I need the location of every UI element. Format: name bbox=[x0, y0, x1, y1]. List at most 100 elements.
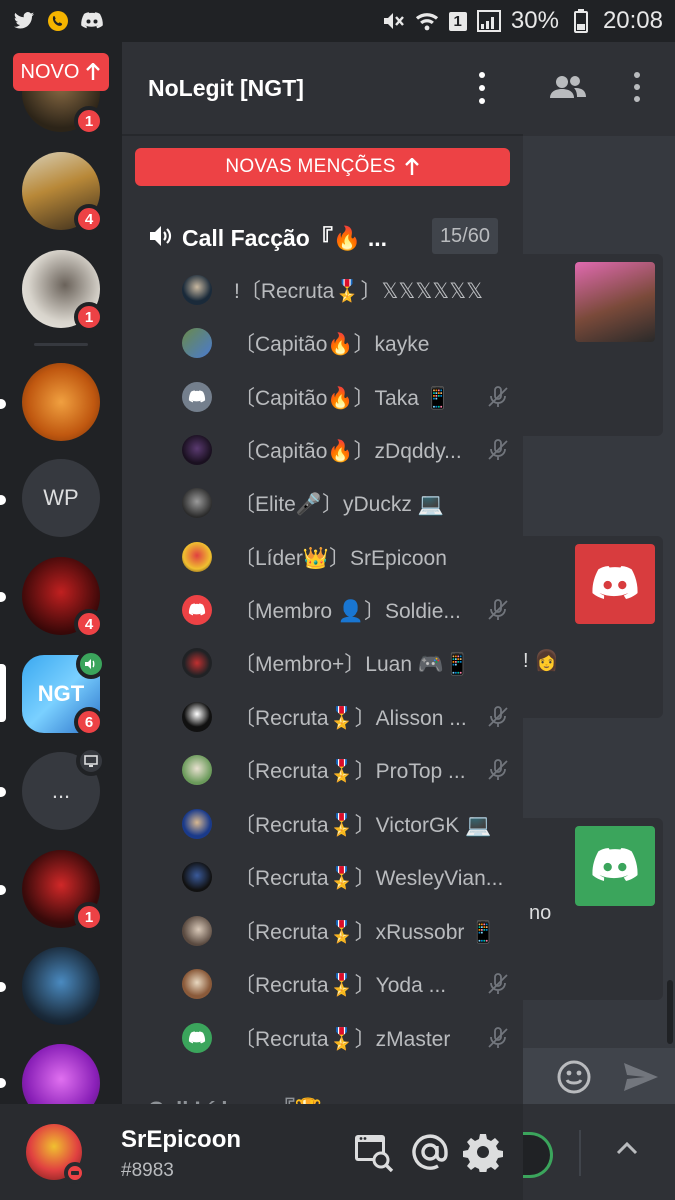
member-name: 〔Membro+〕Luan 🎮📱 bbox=[234, 653, 471, 676]
server-avatar bbox=[22, 1044, 100, 1104]
server-header[interactable]: NoLegit [NGT] bbox=[122, 42, 523, 136]
voice-member[interactable]: 〔Capitão🔥〕Taka 📱 bbox=[182, 377, 512, 417]
member-name: 〔Líder👑〕SrEpicoon bbox=[234, 547, 447, 570]
discord-default-avatar-icon bbox=[182, 1023, 212, 1053]
settings-gear-icon[interactable] bbox=[461, 1130, 505, 1174]
server-list[interactable]: 1 4 1 WP 4 NGT 6 ... 1 NOVO bbox=[0, 42, 122, 1104]
server-icon-selected[interactable]: NGT 6 bbox=[22, 649, 106, 737]
sim-badge: 1 bbox=[448, 11, 467, 31]
voice-member[interactable]: 〔Recruta🎖️〕xRussobr 📱 bbox=[182, 911, 512, 951]
message-input[interactable] bbox=[523, 1048, 675, 1104]
server-icon[interactable]: 1 bbox=[22, 850, 104, 932]
server-initials: WP bbox=[22, 459, 100, 537]
voice-member[interactable]: 〔Capitão🔥〕zDqddy... bbox=[182, 430, 512, 470]
member-name: !〔Recruta🎖️〕𝕏𝕏𝕏𝕏𝕏𝕏 bbox=[234, 280, 484, 303]
chat-text: no bbox=[529, 902, 552, 924]
discord-logo-icon bbox=[575, 826, 655, 906]
status-indicators: 1 30% 20:08 bbox=[381, 7, 663, 35]
members-icon[interactable] bbox=[549, 74, 587, 105]
server-icon[interactable]: 4 bbox=[22, 557, 104, 639]
member-name: 〔Recruta🎖️〕xRussobr 📱 bbox=[234, 921, 497, 944]
new-unreads-button[interactable]: NOVO bbox=[13, 53, 109, 91]
voice-member[interactable]: 〔Líder👑〕SrEpicoon bbox=[182, 537, 512, 577]
server-icon[interactable] bbox=[22, 363, 100, 441]
mic-muted-icon bbox=[488, 973, 508, 994]
voice-channel[interactable]: Call Facção『🔥 ... 15/60 bbox=[148, 216, 498, 256]
mic-muted-icon bbox=[488, 759, 508, 780]
arrow-up-icon bbox=[404, 158, 419, 175]
signal-icon bbox=[476, 10, 501, 32]
mention-badge: 1 bbox=[74, 902, 104, 932]
server-icon[interactable]: WP bbox=[22, 459, 100, 537]
server-icon[interactable]: 1 bbox=[22, 250, 104, 332]
scrollbar[interactable] bbox=[667, 980, 673, 1044]
user-discriminator: #8983 bbox=[121, 1160, 174, 1181]
member-name: 〔Recruta🎖️〕ProTop ... bbox=[234, 760, 466, 783]
member-name: 〔Recruta🎖️〕Alisson ... bbox=[234, 707, 467, 730]
member-avatar bbox=[182, 809, 212, 839]
member-name: 〔Recruta🎖️〕WesleyVian... bbox=[234, 867, 504, 890]
screen-share-icon bbox=[76, 746, 106, 776]
embed-thumbnail bbox=[575, 262, 655, 342]
server-avatar bbox=[22, 947, 100, 1025]
chevron-up-icon[interactable] bbox=[615, 1140, 639, 1161]
voice-member[interactable]: 〔Recruta🎖️〕ProTop ... bbox=[182, 750, 512, 790]
voice-member[interactable]: 〔Membro+〕Luan 🎮📱 bbox=[182, 643, 512, 683]
member-name: 〔Membro 👤〕Soldie... bbox=[234, 600, 461, 623]
voice-active-icon bbox=[76, 649, 106, 679]
chat-menu-icon[interactable] bbox=[633, 72, 641, 102]
voice-capacity: 15/60 bbox=[431, 218, 498, 254]
voice-member[interactable]: 〔Membro 👤〕Soldie... bbox=[182, 590, 512, 630]
mic-muted-icon bbox=[488, 386, 508, 407]
voice-member[interactable]: 〔Recruta🎖️〕zMaster bbox=[182, 1018, 512, 1058]
embed-card: ! 👩 bbox=[523, 536, 663, 718]
dnd-status-icon bbox=[64, 1162, 86, 1184]
member-avatar bbox=[182, 435, 212, 465]
mention-badge: 4 bbox=[74, 204, 104, 234]
voice-member[interactable]: 〔Recruta🎖️〕VictorGK 💻 bbox=[182, 804, 512, 844]
member-name: 〔Capitão🔥〕kayke bbox=[234, 333, 430, 356]
server-icon[interactable]: ... bbox=[22, 746, 106, 830]
discord-icon bbox=[80, 10, 104, 32]
voice-member[interactable]: 〔Recruta🎖️〕Alisson ... bbox=[182, 697, 512, 737]
voice-channel-name: Call Facção『🔥 ... bbox=[182, 225, 388, 251]
voice-member[interactable]: 〔Capitão🔥〕kayke bbox=[182, 323, 512, 363]
mentions-icon[interactable] bbox=[408, 1130, 452, 1174]
discord-default-avatar-icon bbox=[182, 382, 212, 412]
clock: 20:08 bbox=[602, 7, 663, 34]
server-menu-icon[interactable] bbox=[477, 72, 487, 104]
server-icon[interactable] bbox=[22, 1044, 100, 1104]
speaker-icon bbox=[150, 226, 172, 246]
unread-indicator bbox=[0, 399, 6, 409]
next-voice-channel[interactable]: Call Líderes『🏆 ... bbox=[148, 1092, 347, 1104]
mic-muted-icon bbox=[488, 1027, 508, 1048]
mic-muted-icon bbox=[488, 706, 508, 727]
server-avatar bbox=[22, 363, 100, 441]
member-avatar bbox=[182, 969, 212, 999]
member-name: 〔Recruta🎖️〕VictorGK 💻 bbox=[234, 814, 492, 837]
voice-member[interactable]: !〔Recruta🎖️〕𝕏𝕏𝕏𝕏𝕏𝕏 bbox=[182, 270, 512, 310]
voice-member[interactable]: 〔Recruta🎖️〕WesleyVian... bbox=[182, 857, 512, 897]
arrow-up-icon bbox=[86, 63, 101, 80]
new-mentions-button[interactable]: NOVAS MENÇÕES bbox=[135, 148, 510, 186]
status-app-icons bbox=[12, 10, 104, 32]
member-avatar bbox=[182, 755, 212, 785]
wifi-icon bbox=[415, 10, 439, 32]
user-panel-extension bbox=[523, 1104, 675, 1200]
voice-member[interactable]: 〔Recruta🎖️〕Yoda ... bbox=[182, 964, 512, 1004]
mention-badge: 6 bbox=[74, 707, 104, 737]
status-bar: 1 30% 20:08 bbox=[0, 0, 675, 42]
member-name: 〔Recruta🎖️〕zMaster bbox=[234, 1028, 451, 1051]
unread-indicator bbox=[0, 1078, 6, 1088]
new-mentions-label: NOVAS MENÇÕES bbox=[225, 156, 396, 177]
new-unreads-label: NOVO bbox=[20, 60, 80, 83]
emoji-icon[interactable] bbox=[557, 1060, 591, 1099]
unread-indicator bbox=[0, 592, 6, 602]
battery-icon bbox=[569, 9, 593, 33]
server-icon[interactable] bbox=[22, 947, 100, 1025]
server-discovery-icon[interactable] bbox=[352, 1130, 396, 1174]
server-icon[interactable]: 4 bbox=[22, 152, 104, 234]
send-icon[interactable] bbox=[623, 1062, 659, 1097]
unread-indicator bbox=[0, 885, 6, 895]
voice-member[interactable]: 〔Elite🎤〕yDuckz 💻 bbox=[182, 483, 512, 523]
